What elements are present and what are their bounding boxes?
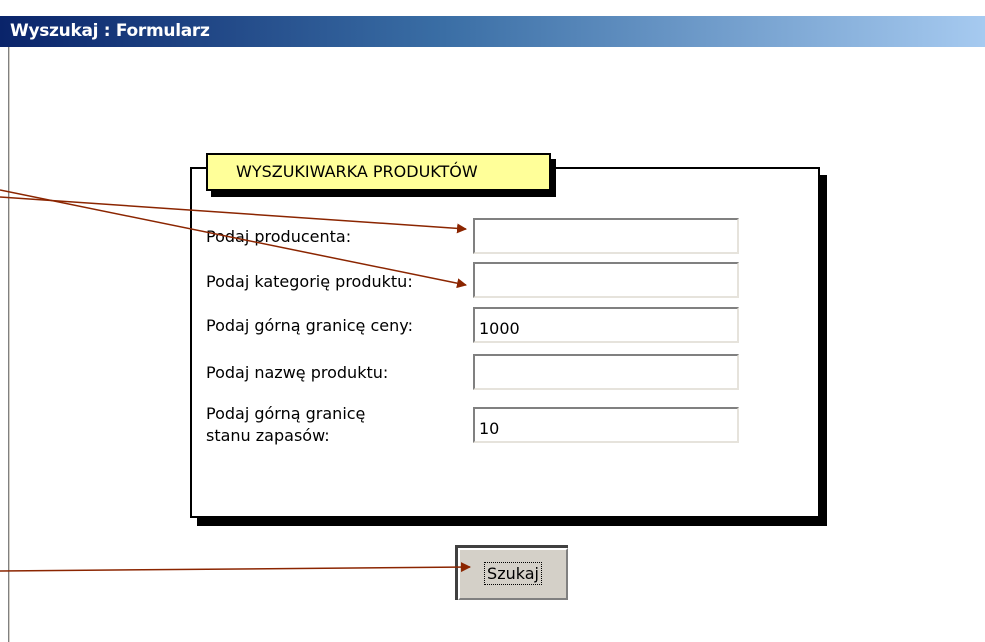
max-stock-input[interactable] — [473, 407, 739, 443]
producer-label: Podaj producenta: — [206, 227, 352, 246]
max-price-label: Podaj górną granicę ceny: — [206, 316, 413, 335]
category-input[interactable] — [473, 262, 739, 298]
window-title: Wyszukaj : Formularz — [0, 16, 985, 47]
max-price-input[interactable] — [473, 307, 739, 343]
search-button-label: Szukaj — [484, 562, 542, 585]
product-name-label: Podaj nazwę produktu: — [206, 363, 389, 382]
group-title: WYSZUKIWARKA PRODUKTÓW — [206, 153, 551, 191]
product-name-input[interactable] — [473, 354, 739, 390]
max-stock-label-line2: stanu zapasów: — [206, 426, 330, 445]
max-stock-label-line1: Podaj górną granicę — [206, 404, 366, 423]
producer-input[interactable] — [473, 218, 739, 254]
search-button[interactable]: Szukaj — [458, 548, 568, 600]
form-window: Wyszukaj : Formularz WYSZUKIWARKA PRODUK… — [0, 0, 985, 642]
category-label: Podaj kategorię produktu: — [206, 272, 413, 291]
